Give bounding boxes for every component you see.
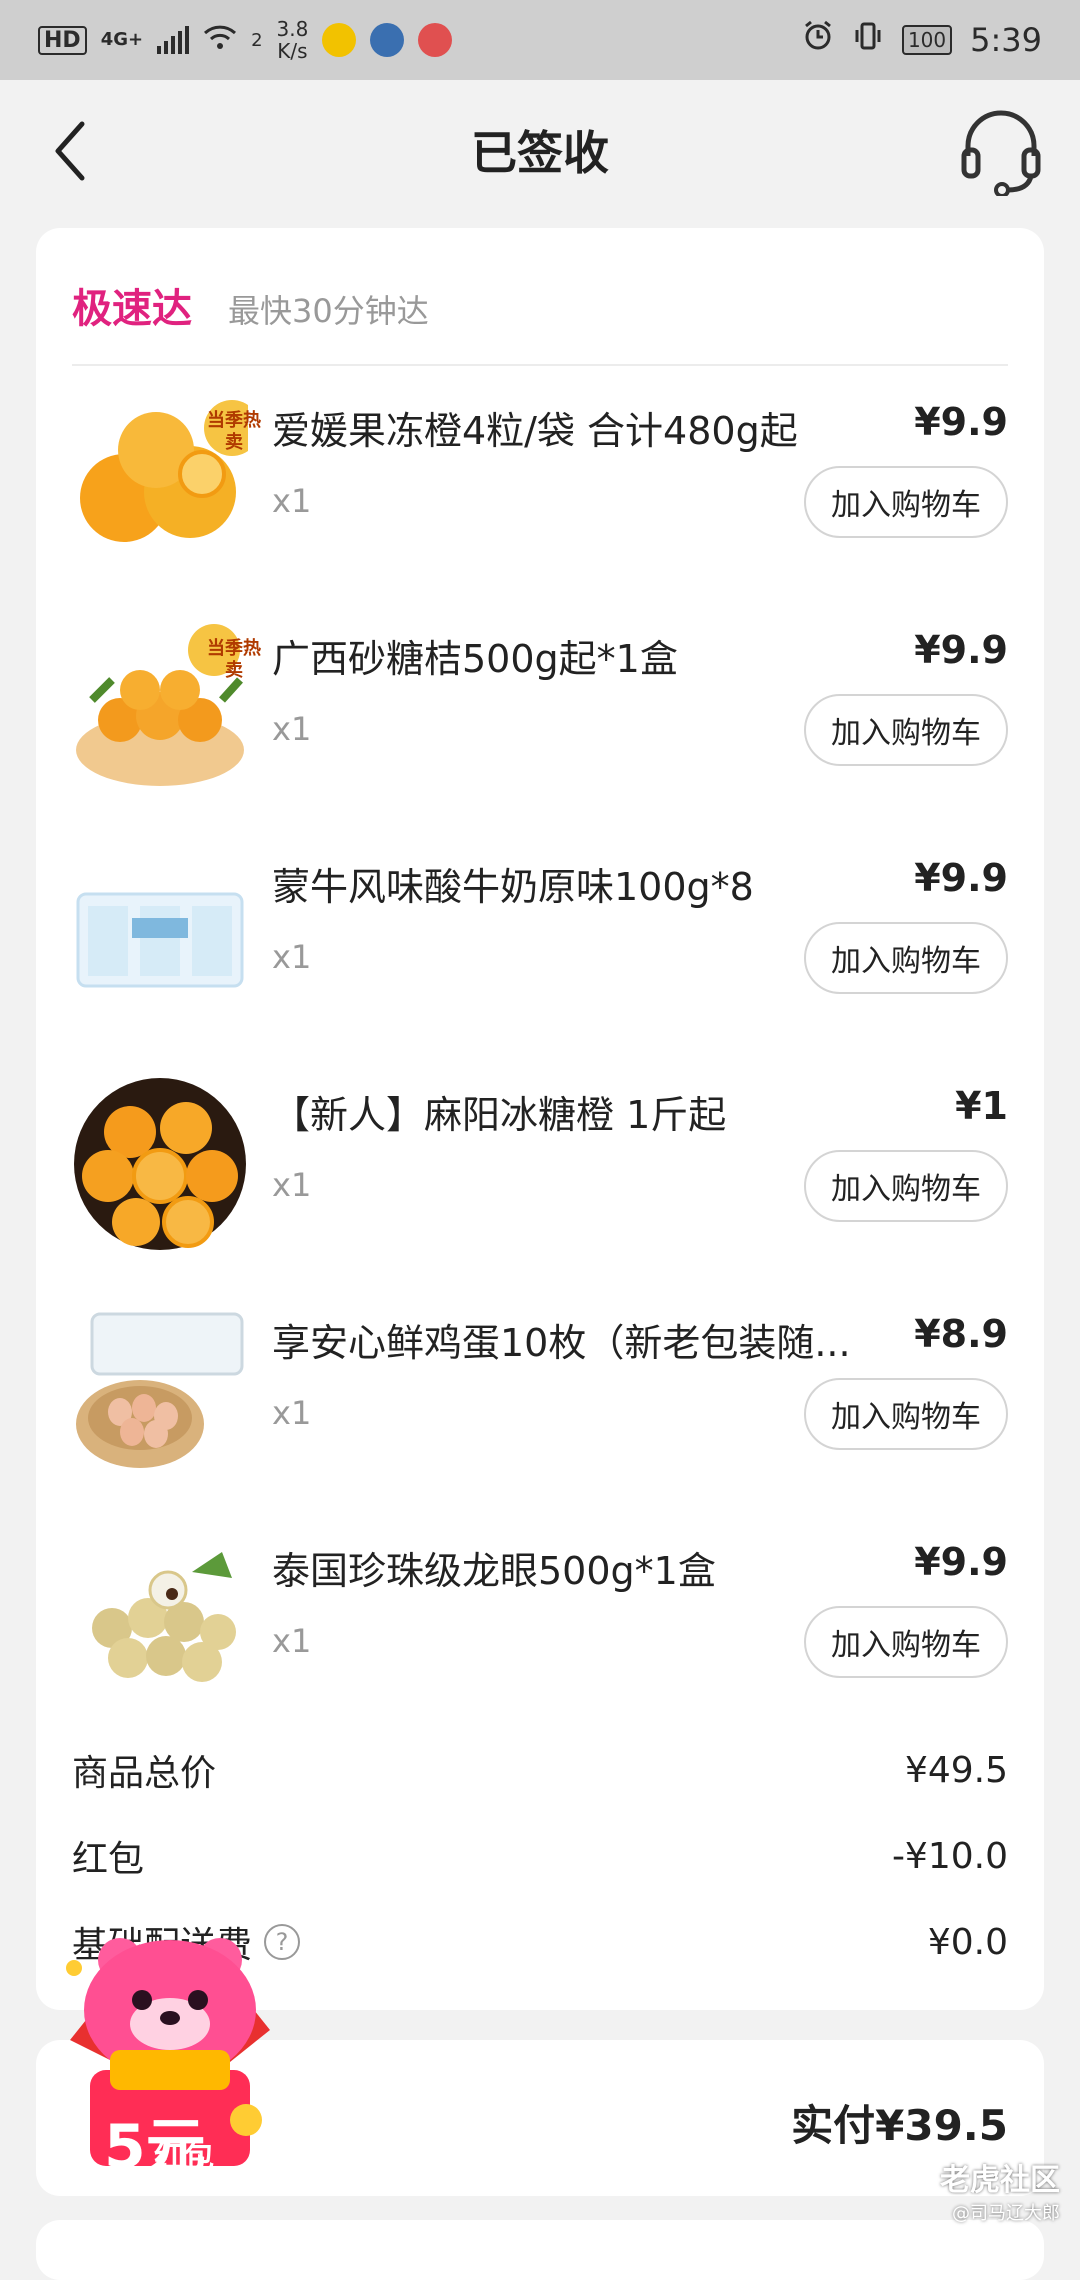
status-bar: HD 4G+ 2 3.8 K/s 100 5:39 — [0, 0, 1080, 80]
order-card: 极速达 最快30分钟达 当季热卖 爱媛果冻橙4粒/袋 合计480g起 ¥9.9 … — [36, 228, 1044, 2010]
delivery-info: 极速达 最快30分钟达 — [72, 276, 429, 334]
battery-icon: 100 — [901, 25, 953, 55]
alarm-icon — [802, 20, 834, 60]
clock: 5:39 — [970, 21, 1042, 59]
product-name: 享安心鲜鸡蛋10枚（新老包装随... — [272, 1321, 851, 1365]
add-to-cart-button[interactable]: 加入购物车 — [804, 1378, 1008, 1450]
app-notification-icon — [418, 23, 453, 57]
add-to-cart-button[interactable]: 加入购物车 — [804, 922, 1008, 994]
signal-icon — [157, 26, 190, 54]
order-item[interactable]: 【新人】麻阳冰糖橙 1斤起 ¥1 x1 加入购物车 — [36, 1076, 1044, 1304]
product-badge: 当季热卖 — [207, 410, 261, 453]
product-name: 广西砂糖桔500g起*1盒 — [272, 637, 678, 681]
product-name: 泰国珍珠级龙眼500g*1盒 — [272, 1549, 716, 1593]
product-image-rock-sugar-orange — [74, 1078, 246, 1250]
divider — [72, 364, 1008, 366]
product-name: 【新人】麻阳冰糖橙 1斤起 — [272, 1093, 727, 1137]
delivery-brand: 极速达 — [72, 286, 192, 332]
app-notification-icon — [370, 23, 405, 57]
app-notification-icon — [322, 23, 357, 57]
goods-total-value: ¥49.5 — [904, 1749, 1008, 1791]
watermark-main: 老虎社区 — [940, 2163, 1060, 2198]
product-price: ¥9.9 — [914, 400, 1008, 444]
add-to-cart-button[interactable]: 加入购物车 — [804, 1606, 1008, 1678]
red-packet-label: 红包 — [72, 1839, 145, 1880]
product-badge: 当季热卖 — [207, 638, 261, 681]
hd-indicator: HD — [38, 25, 87, 55]
promo-label: 红包 — [154, 2140, 214, 2175]
speed-unit: K/s — [277, 39, 308, 63]
page-title: 已签收 — [471, 126, 609, 180]
red-packet-value: -¥10.0 — [891, 1835, 1008, 1877]
product-name: 爱媛果冻橙4粒/袋 合计480g起 — [272, 409, 798, 453]
product-price: ¥9.9 — [914, 856, 1008, 900]
red-packet-row: 红包 -¥10.0 — [72, 1826, 1008, 1886]
product-image-longan — [92, 1552, 236, 1682]
back-icon[interactable] — [48, 116, 98, 186]
wifi-icon — [203, 21, 237, 59]
actual-payment: 实付¥39.5 — [791, 2101, 1008, 2150]
product-price: ¥8.9 — [914, 1312, 1008, 1356]
product-quantity: x1 — [272, 938, 312, 976]
delivery-fee-value: ¥0.0 — [927, 1921, 1008, 1963]
watermark: 老虎社区 @司马辽大郎 — [940, 2155, 1060, 2225]
goods-total-row: 商品总价 ¥49.5 — [72, 1740, 1008, 1800]
order-item[interactable]: 享安心鲜鸡蛋10枚（新老包装随... ¥8.9 x1 加入购物车 — [36, 1304, 1044, 1532]
customer-service-icon[interactable] — [958, 106, 1044, 198]
order-item[interactable]: 当季热卖 广西砂糖桔500g起*1盒 ¥9.9 x1 加入购物车 — [36, 620, 1044, 848]
product-quantity: x1 — [272, 710, 312, 748]
add-to-cart-button[interactable]: 加入购物车 — [804, 1150, 1008, 1222]
goods-total-label: 商品总价 — [72, 1753, 217, 1794]
order-item[interactable]: 泰国珍珠级龙眼500g*1盒 ¥9.9 x1 加入购物车 — [36, 1532, 1044, 1760]
add-to-cart-button[interactable]: 加入购物车 — [804, 466, 1008, 538]
order-item[interactable]: 当季热卖 爱媛果冻橙4粒/袋 合计480g起 ¥9.9 x1 加入购物车 — [36, 392, 1044, 620]
next-card — [36, 2220, 1044, 2280]
product-name: 蒙牛风味酸牛奶原味100g*8 — [272, 865, 754, 909]
product-quantity: x1 — [272, 1166, 312, 1204]
page-header: 已签收 — [0, 80, 1080, 220]
product-quantity: x1 — [272, 1394, 312, 1432]
product-image-yogurt — [76, 892, 244, 988]
red-packet-promo[interactable]: 5元 红包 — [50, 1920, 290, 2182]
product-quantity: x1 — [272, 482, 312, 520]
order-item[interactable]: 蒙牛风味酸牛奶原味100g*8 ¥9.9 x1 加入购物车 — [36, 848, 1044, 1076]
product-image-eggs — [76, 1312, 244, 1468]
product-price: ¥9.9 — [914, 1540, 1008, 1584]
network-type: 4G+ — [100, 29, 144, 50]
delivery-tagline: 最快30分钟达 — [228, 292, 429, 330]
vibrate-icon — [852, 20, 884, 60]
wifi-level: 2 — [251, 29, 263, 51]
network-speed: 3.8 K/s — [277, 18, 309, 62]
speed-value: 3.8 — [276, 17, 309, 41]
add-to-cart-button[interactable]: 加入购物车 — [804, 694, 1008, 766]
product-price: ¥1 — [955, 1084, 1008, 1128]
product-quantity: x1 — [272, 1622, 312, 1660]
product-price: ¥9.9 — [914, 628, 1008, 672]
watermark-sub: @司马辽大郎 — [952, 2203, 1060, 2224]
